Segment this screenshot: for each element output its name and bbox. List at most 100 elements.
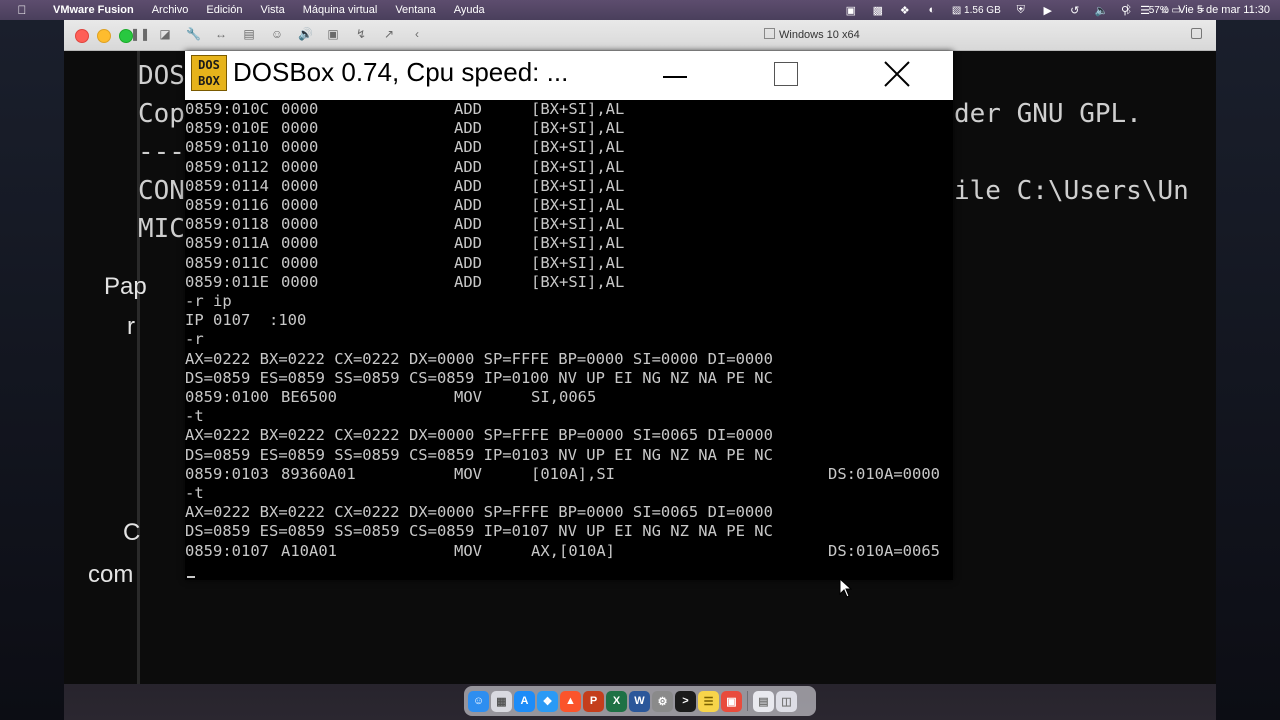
console-line: DS=0859 ES=0859 SS=0859 CS=0859 IP=0100 … xyxy=(185,369,953,388)
dropbox-icon[interactable]: ❖ xyxy=(898,4,912,17)
wallpaper-left xyxy=(0,20,64,720)
apple-menu-icon[interactable]:  xyxy=(0,3,44,17)
menu-edicion[interactable]: Edición xyxy=(197,4,251,16)
parallels-icon[interactable]: ▩ xyxy=(871,4,885,17)
play-icon[interactable]: ▶ xyxy=(1041,4,1055,17)
contrast-icon[interactable]: ◐ xyxy=(925,4,939,16)
bg-side-text: r xyxy=(127,313,135,340)
console-hex: 0000 xyxy=(281,215,319,234)
vmware-icon[interactable]: ▣ xyxy=(721,690,742,712)
arrows-icon[interactable]: ↔ xyxy=(214,27,228,41)
vmware-title-bar[interactable]: ❚❚ ◪ 🔧 ↔ ▤ ☺ 🔊 ▣ ↯ ↗ ‹ Windows 10 x64 xyxy=(64,20,1216,51)
safari-icon[interactable]: ❖ xyxy=(537,690,558,712)
dosbox-minimize-button[interactable] xyxy=(657,56,697,96)
menu-maquina-virtual[interactable]: Máquina virtual xyxy=(294,4,387,16)
console-hex: 0000 xyxy=(281,100,319,118)
dock-separator xyxy=(747,691,748,711)
console-cursor xyxy=(187,575,195,578)
console-op: ADD xyxy=(454,119,482,138)
terminal-icon[interactable]: > xyxy=(675,690,696,712)
console-text: -r xyxy=(185,330,204,349)
console-line: -r ip xyxy=(185,292,953,311)
brave-icon[interactable]: ▲ xyxy=(560,690,581,712)
macos-dock: ☺ ▦ A ❖ ▲ P X W ⚙ > ☰ ▣ ▤ ◫ xyxy=(464,686,816,716)
back-chevron-icon[interactable]: ‹ xyxy=(410,27,424,41)
memory-usage[interactable]: ▧ 1.56 GB xyxy=(952,5,1001,16)
finder-icon[interactable]: ☺ xyxy=(468,690,489,712)
excel-icon[interactable]: X xyxy=(606,690,627,712)
time-machine-icon[interactable]: ↺ xyxy=(1068,4,1082,17)
volume-icon[interactable]: 🔈 xyxy=(1095,4,1109,17)
menu-archivo[interactable]: Archivo xyxy=(143,4,198,16)
console-hex: 0000 xyxy=(281,234,319,253)
settings-icon[interactable]: ⚙ xyxy=(652,690,673,712)
console-hex: A10A01 xyxy=(281,541,337,560)
notes-icon[interactable]: ☰ xyxy=(698,690,719,712)
user-share-icon[interactable]: ☺ xyxy=(270,27,284,41)
console-addr: 0859:0100 xyxy=(185,388,269,406)
menu-vista[interactable]: Vista xyxy=(251,4,293,16)
console-line: AX=0222 BX=0222 CX=0222 DX=0000 SP=FFFE … xyxy=(185,350,953,369)
console-op: ADD xyxy=(454,234,482,253)
user-icon[interactable]: ☺ xyxy=(1158,4,1172,16)
screen-record-icon[interactable]: ▣ xyxy=(844,4,858,17)
console-line: 0859:011A 0000 ADD [BX+SI],AL xyxy=(185,234,953,253)
dosbox-console[interactable]: 0859:010C 0000 ADD [BX+SI],AL 0859:010E 0000 A… xyxy=(185,100,953,580)
shield-icon[interactable]: ⛨ xyxy=(1014,4,1028,17)
console-line: 0859:0114 0000 ADD [BX+SI],AL xyxy=(185,177,953,196)
console-addr: 0859:0112 xyxy=(185,157,269,176)
console-line: AX=0222 BX=0222 CX=0222 DX=0000 SP=FFFE … xyxy=(185,426,953,445)
memory-value: 1.56 GB xyxy=(964,4,1001,16)
console-line: 0859:010E 0000 ADD [BX+SI],AL xyxy=(185,119,953,138)
console-addr: 0859:011A xyxy=(185,234,269,253)
dosbox-maximize-button[interactable] xyxy=(771,56,811,96)
menu-ventana[interactable]: Ventana xyxy=(386,4,444,16)
menu-app-name[interactable]: VMware Fusion xyxy=(44,4,143,16)
camera-icon[interactable]: ▣ xyxy=(326,27,340,41)
usb-icon[interactable]: ↯ xyxy=(354,27,368,41)
minimize-window-button[interactable] xyxy=(97,29,111,43)
drive-icon[interactable]: ▤ xyxy=(242,27,256,41)
documents-icon[interactable]: ▤ xyxy=(753,690,774,712)
close-window-button[interactable] xyxy=(75,29,89,43)
dosbox-window[interactable]: DOS BOX DOSBox 0.74, Cpu speed: ... 0859:… xyxy=(185,51,953,598)
snapshot-icon[interactable]: ◪ xyxy=(158,27,172,41)
console-arg: [BX+SI],AL xyxy=(531,253,625,272)
control-center-icon[interactable]: ☰ xyxy=(1138,4,1152,17)
word-icon[interactable]: W xyxy=(629,690,650,712)
console-arg: [BX+SI],AL xyxy=(531,176,625,195)
launchpad-icon[interactable]: ▦ xyxy=(491,690,512,712)
powerpoint-icon[interactable]: P xyxy=(583,690,604,712)
settings-wrench-icon[interactable]: 🔧 xyxy=(186,27,201,41)
console-hex: 0000 xyxy=(281,253,319,272)
spotlight-search-icon[interactable]: ⚲ xyxy=(1118,4,1132,17)
console-arg: [BX+SI],AL xyxy=(531,196,625,214)
bg-side-text: Pap xyxy=(104,273,147,300)
console-text: IP 0107 :100 xyxy=(185,311,307,330)
dosbox-logo-icon: DOS BOX xyxy=(191,55,227,91)
trash-icon[interactable]: ◫ xyxy=(776,690,797,712)
console-addr: 0859:0103 xyxy=(185,464,269,483)
menu-ayuda[interactable]: Ayuda xyxy=(445,4,494,16)
dosbox-close-button[interactable] xyxy=(879,56,919,96)
vm-name-label: Windows 10 x64 xyxy=(764,28,860,41)
console-addr: 0859:0107 xyxy=(185,541,269,560)
console-line: -t xyxy=(185,484,953,503)
share-icon[interactable]: ↗ xyxy=(382,27,396,41)
vm-name-text: Windows 10 x64 xyxy=(779,29,860,41)
sound-icon[interactable]: 🔊 xyxy=(298,27,313,41)
dosbox-title-bar[interactable]: DOS BOX DOSBox 0.74, Cpu speed: ... xyxy=(185,51,953,100)
bg-side-text: C xyxy=(123,519,141,546)
datetime[interactable]: Vie 5 de mar 11:30 xyxy=(1178,4,1270,16)
console-line: DS=0859 ES=0859 SS=0859 CS=0859 IP=0103 … xyxy=(185,446,953,465)
restore-view-icon[interactable] xyxy=(1191,28,1202,39)
console-hex: 0000 xyxy=(281,176,319,195)
console-text: -t xyxy=(185,484,204,502)
console-arg: [BX+SI],AL xyxy=(531,234,625,253)
pause-icon[interactable]: ❚❚ xyxy=(130,27,150,41)
console-arg: [BX+SI],AL xyxy=(531,215,625,234)
console-hex: 0000 xyxy=(281,119,319,138)
console-line: 0859:011C 0000 ADD [BX+SI],AL xyxy=(185,254,953,273)
app-store-icon[interactable]: A xyxy=(514,690,535,712)
console-line: 0859:0103 89360A01 MOV [010A],SI DS:010A=000… xyxy=(185,465,953,484)
